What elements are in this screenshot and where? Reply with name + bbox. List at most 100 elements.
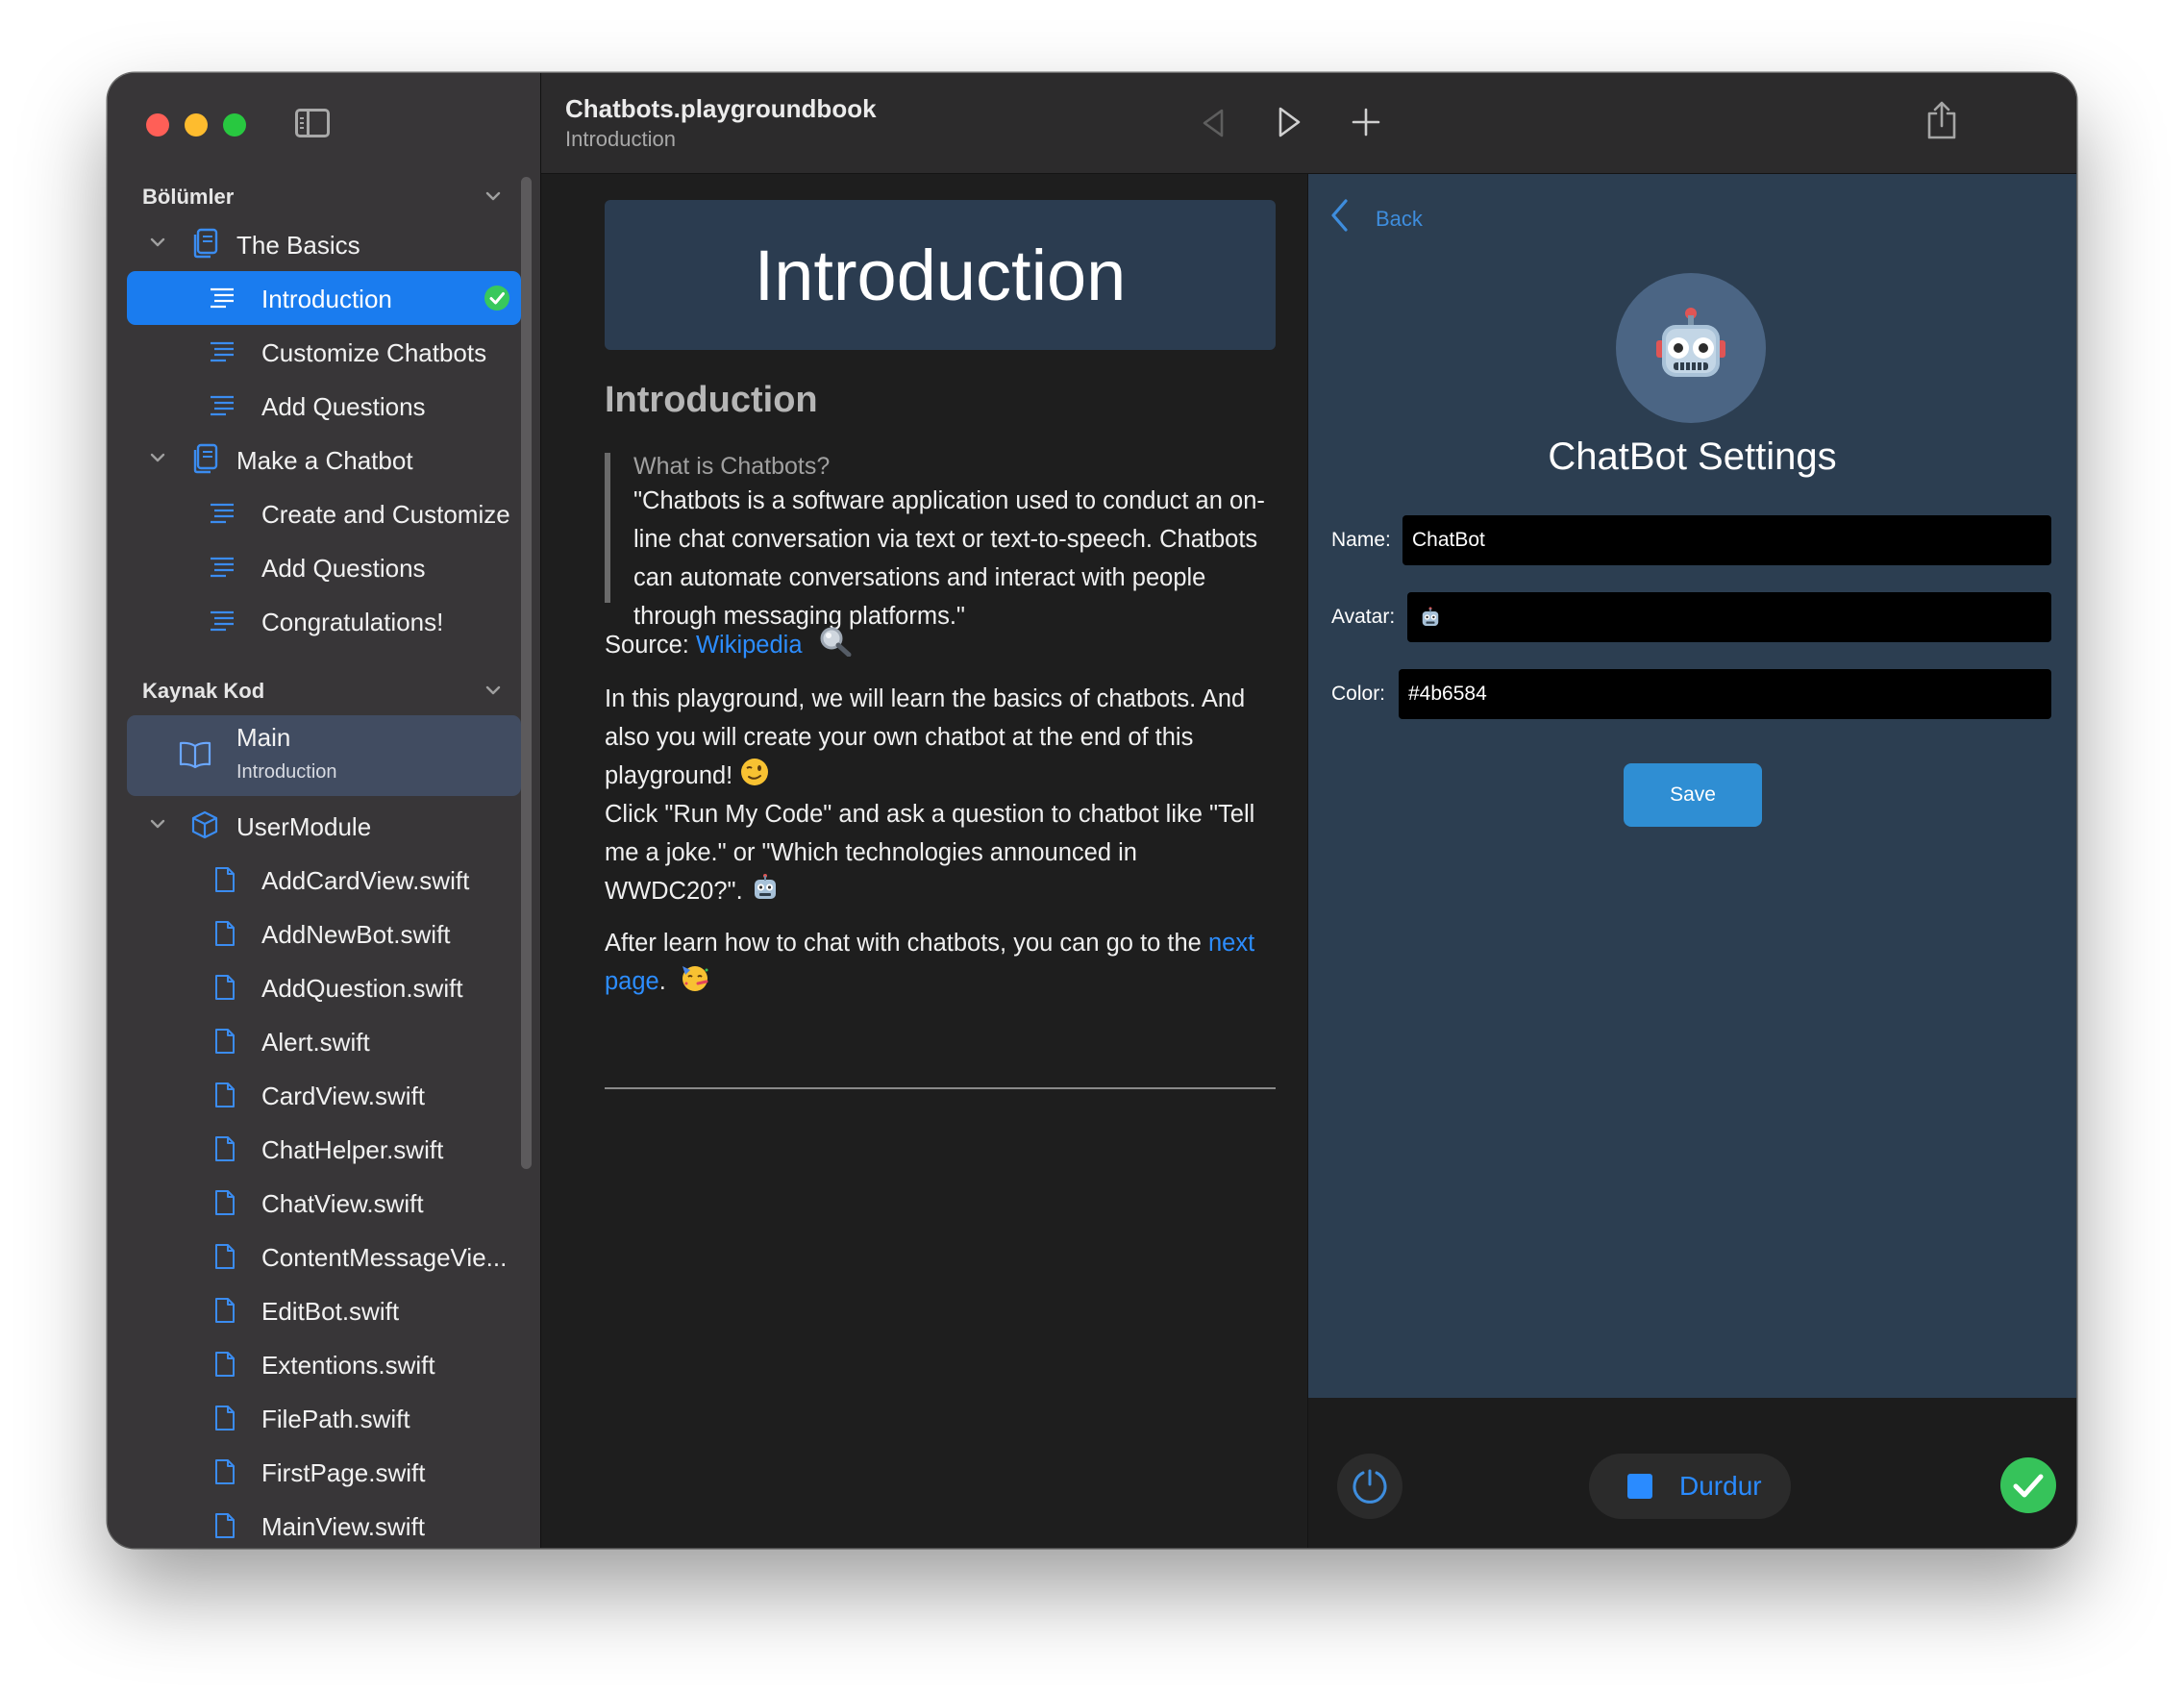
document-subtitle: Introduction [565, 127, 676, 151]
completed-check-icon[interactable] [2000, 1457, 2056, 1513]
settings-title: ChatBot Settings [1548, 435, 1837, 478]
file-item[interactable]: CardView.swift [127, 1068, 521, 1122]
chapter-the-basics[interactable]: The Basics [127, 217, 521, 271]
page-congratulations[interactable]: Congratulations! [127, 594, 521, 648]
page-label: Introduction [261, 285, 392, 313]
section-heading: Introduction [605, 380, 818, 420]
file-label: Extentions.swift [261, 1351, 435, 1380]
sections-header[interactable]: Bölümler [142, 185, 234, 210]
stop-label: Durdur [1679, 1471, 1762, 1501]
chapter-icon [193, 228, 218, 259]
file-icon [215, 975, 235, 1000]
file-label: AddCardView.swift [261, 866, 470, 895]
file-item[interactable]: Extentions.swift [127, 1337, 521, 1391]
avatar-field[interactable] [1407, 592, 2051, 642]
prose-content: Introduction Introduction What is Chatbo… [541, 174, 1306, 1548]
chapter-make-a-chatbot[interactable]: Make a Chatbot [127, 433, 521, 486]
file-item[interactable]: AddNewBot.swift [127, 907, 521, 960]
run-icon[interactable] [1276, 106, 1303, 138]
paragraph-2: Click "Run My Code" and ask a question t… [605, 795, 1276, 910]
file-item[interactable]: ChatView.swift [127, 1176, 521, 1230]
file-item[interactable]: Alert.swift [127, 1014, 521, 1068]
page-label: Congratulations! [261, 608, 444, 636]
wikipedia-link[interactable]: Wikipedia [696, 632, 803, 659]
quote-title: What is Chatbots? [633, 453, 831, 480]
sidebar-scrollbar[interactable] [521, 177, 532, 1169]
divider [605, 1087, 1276, 1089]
page-label: Add Questions [261, 554, 426, 583]
file-item[interactable]: AddQuestion.swift [127, 960, 521, 1014]
page-introduction[interactable]: Introduction [127, 271, 521, 325]
main-source-item[interactable]: Main Introduction [127, 715, 521, 796]
toolbar: Chatbots.playgroundbook Introduction [541, 73, 2076, 174]
window-controls [146, 113, 246, 137]
color-field[interactable]: #4b6584 [1399, 669, 2051, 719]
file-icon [215, 1298, 235, 1323]
file-item[interactable]: MainView.swift [127, 1499, 521, 1548]
share-icon[interactable] [1925, 100, 1958, 140]
file-label: Alert.swift [261, 1028, 370, 1057]
plus-icon[interactable] [1352, 108, 1380, 137]
back-label: Back [1376, 207, 1423, 231]
file-icon [215, 1136, 235, 1161]
user-module-group[interactable]: UserModule [127, 799, 521, 853]
sidebar-toggle-icon[interactable] [295, 109, 330, 137]
stop-button[interactable]: Durdur [1589, 1454, 1791, 1519]
chevron-down-icon[interactable] [150, 236, 165, 248]
close-window-button[interactable] [146, 113, 169, 137]
back-button[interactable]: Back [1329, 198, 1423, 238]
file-item[interactable]: ContentMessageVie... [127, 1230, 521, 1283]
file-item[interactable]: ChatHelper.swift [127, 1122, 521, 1176]
page-lines-icon [211, 557, 234, 578]
document-title: Chatbots.playgroundbook [565, 94, 877, 123]
completed-check-icon [484, 286, 509, 311]
file-item[interactable]: FilePath.swift [127, 1391, 521, 1445]
robot-face-icon [1422, 607, 1439, 626]
back-triangle-icon[interactable] [1201, 108, 1226, 138]
paragraph-1-text: In this playground, we will learn the ba… [605, 685, 1246, 789]
file-label: CardView.swift [261, 1082, 426, 1110]
module-label: UserModule [236, 812, 372, 841]
zoom-window-button[interactable] [223, 113, 246, 137]
file-icon [215, 1352, 235, 1377]
page-add-questions-2[interactable]: Add Questions [127, 540, 521, 594]
chevron-down-icon[interactable] [485, 190, 501, 202]
file-icon [215, 921, 235, 946]
page-lines-icon [211, 341, 234, 362]
file-label: ContentMessageVie... [261, 1243, 508, 1272]
file-item[interactable]: EditBot.swift [127, 1283, 521, 1337]
page-create-and-customize[interactable]: Create and Customize [127, 486, 521, 540]
file-label: EditBot.swift [261, 1297, 400, 1326]
title-banner: Introduction [605, 200, 1276, 350]
name-label: Name: [1331, 529, 1391, 551]
file-item[interactable]: FirstPage.swift [127, 1445, 521, 1499]
save-button[interactable]: Save [1624, 763, 1762, 827]
chapter-icon [193, 443, 218, 474]
color-label: Color: [1331, 683, 1386, 705]
file-icon [215, 1029, 235, 1054]
magnifying-glass-icon [820, 627, 852, 657]
file-label: ChatView.swift [261, 1189, 424, 1218]
chevron-left-icon [1331, 199, 1348, 232]
source-code-header[interactable]: Kaynak Kod [142, 679, 264, 704]
page-lines-icon [211, 395, 234, 416]
source-line: Source: Wikipedia [605, 626, 1276, 664]
chevron-down-icon[interactable] [485, 684, 501, 696]
speed-button[interactable] [1337, 1454, 1402, 1519]
sidebar: Bölümler The Basics Introduction Customi… [108, 73, 541, 1548]
name-field[interactable]: ChatBot [1402, 515, 2051, 565]
robot-face-icon [754, 874, 776, 899]
page-lines-icon [211, 287, 234, 309]
page-label: Add Questions [261, 392, 426, 421]
file-icon [215, 867, 235, 892]
stop-icon [1627, 1474, 1652, 1499]
live-view: Back ChatBot Settings Name: ChatBot Avat… [1307, 174, 2076, 1398]
file-item[interactable]: AddCardView.swift [127, 853, 521, 907]
chevron-down-icon[interactable] [150, 818, 165, 830]
avatar-label: Avatar: [1331, 606, 1396, 628]
chevron-down-icon[interactable] [150, 452, 165, 463]
minimize-window-button[interactable] [185, 113, 208, 137]
page-customize-chatbots[interactable]: Customize Chatbots [127, 325, 521, 379]
page-add-questions[interactable]: Add Questions [127, 379, 521, 433]
file-icon [215, 1513, 235, 1538]
